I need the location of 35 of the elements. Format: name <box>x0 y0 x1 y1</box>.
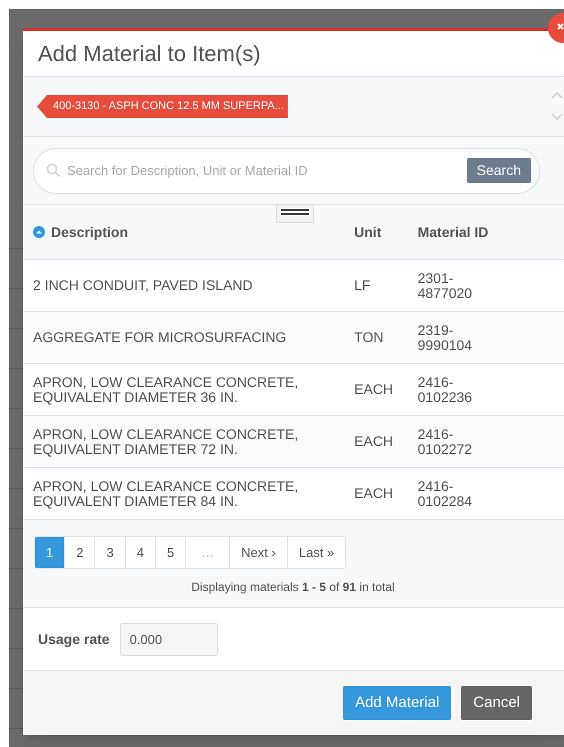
table-row[interactable]: APRON, LOW CLEARANCE CONCRETE, EQUIVALENT DIAMETER 84 IN. EACH 2416- 0102284 <box>23 468 564 520</box>
column-header[interactable]: Unit <box>354 222 382 242</box>
results-summary: Displaying materials 1 - 5 of 91 in total <box>190 579 396 596</box>
table-cell: 2 INCH CONDUIT, PAVED ISLAND <box>33 277 253 293</box>
close-icon[interactable] <box>548 13 564 43</box>
item-tag[interactable]: 400-3130 - ASPH CONC 12.5 MM SUPERPA... <box>37 95 288 118</box>
usage-rate-field[interactable]: 0.000 <box>120 622 218 656</box>
table-row[interactable]: APRON, LOW CLEARANCE CONCRETE, EQUIVALENT DIAMETER 36 IN. EACH 2416- 0102236 <box>23 364 564 416</box>
table-cell: 2301- 4877020 <box>418 270 472 300</box>
table-cell: EACH <box>354 381 394 397</box>
table-cell: 2416- 0102236 <box>418 374 472 404</box>
usage-rate-label: Usage rate <box>38 630 110 649</box>
table-cell: 2319- 9990104 <box>418 322 472 352</box>
cancel-button[interactable]: Cancel <box>461 686 532 720</box>
table-cell: LF <box>354 277 370 293</box>
table-cell: 2416- 0102284 <box>418 478 472 508</box>
table-cell: APRON, LOW CLEARANCE CONCRETE, EQUIVALENT DIAMETER 84 IN. <box>33 478 298 508</box>
dialog-title: Add Material to Item(s) <box>38 40 261 68</box>
page-button[interactable]: Last » <box>286 537 346 568</box>
table-cell: TON <box>354 329 384 345</box>
table-row[interactable]: APRON, LOW CLEARANCE CONCRETE, EQUIVALENT DIAMETER 72 IN. EACH 2416- 0102272 <box>23 416 564 468</box>
table-cell: APRON, LOW CLEARANCE CONCRETE, EQUIVALENT DIAMETER 72 IN. <box>33 426 298 456</box>
table-row[interactable]: AGGREGATE FOR MICROSURFACING TON 2319- 9990104 <box>23 312 564 364</box>
column-header[interactable]: Material ID <box>418 222 488 242</box>
column-header[interactable]: Description <box>51 222 128 242</box>
search-icon <box>46 163 61 178</box>
table-cell: APRON, LOW CLEARANCE CONCRETE, EQUIVALENT DIAMETER 36 IN. <box>33 374 298 404</box>
table-cell: EACH <box>354 485 394 501</box>
table-cell: AGGREGATE FOR MICROSURFACING <box>33 329 286 345</box>
search-field[interactable]: Search for Description, Unit or Material ID Search <box>33 148 540 194</box>
table-cell: EACH <box>354 433 394 449</box>
resize-handle[interactable] <box>276 204 314 223</box>
table-row[interactable]: 2 INCH CONDUIT, PAVED ISLAND LF 2301- 4877020 <box>23 260 564 312</box>
search-button[interactable]: Search <box>466 158 531 183</box>
table-cell: 2416- 0102272 <box>418 426 472 456</box>
